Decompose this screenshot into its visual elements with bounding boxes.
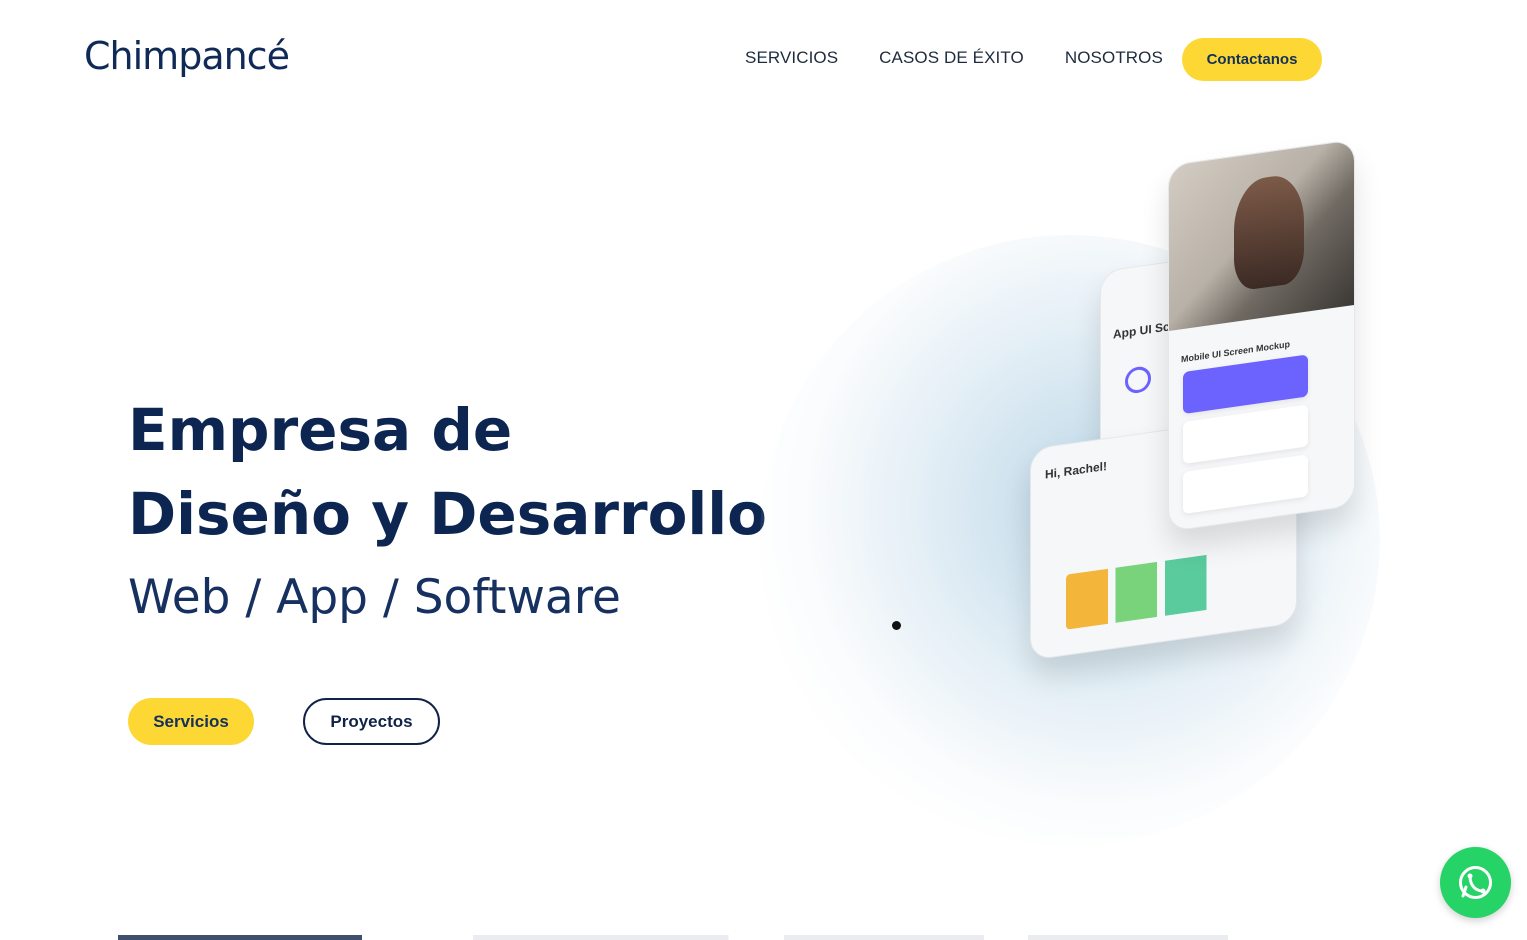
fitness-photo	[1169, 139, 1354, 332]
whatsapp-icon	[1459, 866, 1492, 899]
contact-button[interactable]: Contactanos	[1182, 38, 1322, 81]
main-navigation: SERVICIOS CASOS DE ÉXITO NOSOTROS	[745, 48, 1163, 68]
exercise-card	[1183, 404, 1308, 465]
nav-servicios[interactable]: SERVICIOS	[745, 48, 838, 68]
workout-category-tiles	[1066, 548, 1256, 630]
exercise-card	[1183, 454, 1308, 515]
progress-ring-icon	[1125, 365, 1151, 395]
hero-subtitle: Web / App / Software	[128, 570, 621, 625]
hero-title-line-1: Empresa de	[128, 396, 513, 464]
phone-mockup-right: Mobile UI Screen Mockup	[1168, 138, 1355, 533]
next-section-preview	[118, 935, 1228, 940]
nav-casos-de-exito[interactable]: CASOS DE ÉXITO	[879, 48, 1024, 68]
decorative-dot	[892, 621, 901, 630]
hero-title-line-2: Diseño y Desarrollo	[128, 480, 768, 548]
logo[interactable]: Chimpancé	[84, 34, 290, 78]
services-button[interactable]: Servicios	[128, 698, 254, 745]
nav-nosotros[interactable]: NOSOTROS	[1065, 48, 1163, 68]
whatsapp-button[interactable]	[1440, 847, 1511, 918]
projects-button[interactable]: Proyectos	[303, 698, 440, 745]
exercise-card	[1183, 354, 1308, 415]
left-screen-greeting: Hi, Rachel!	[1045, 458, 1108, 482]
